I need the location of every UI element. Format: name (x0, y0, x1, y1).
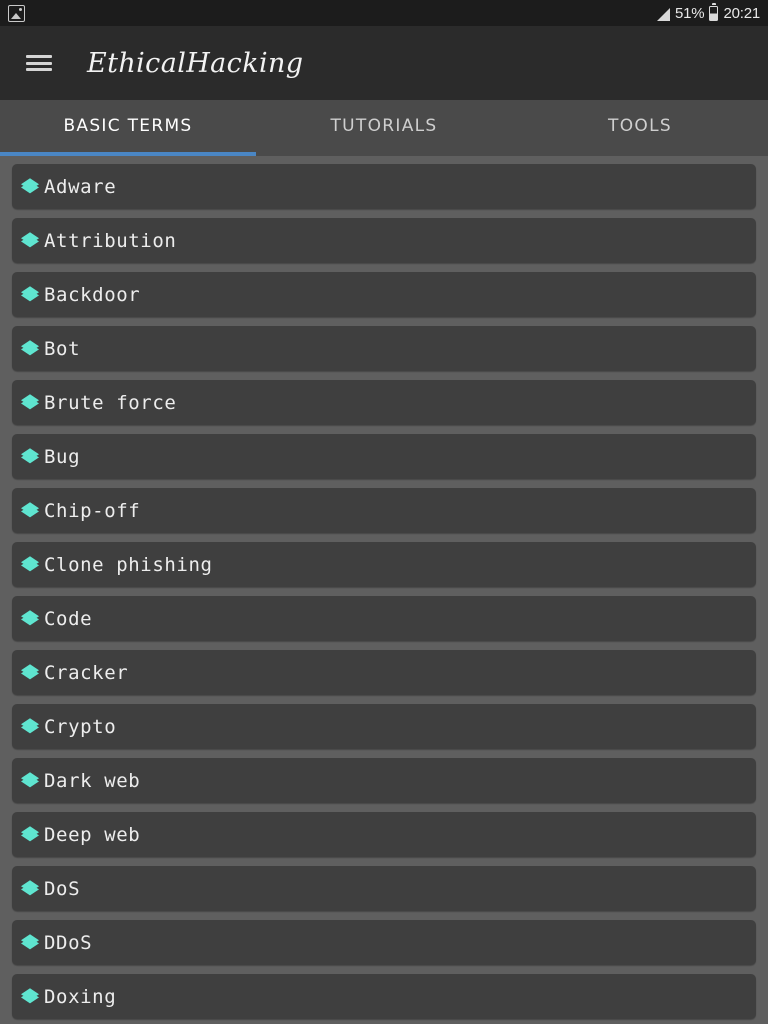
term-list-item[interactable]: Chip-off (12, 488, 756, 533)
signal-bars-icon (657, 7, 671, 21)
term-label: Chip-off (44, 499, 141, 522)
layers-icon (21, 231, 39, 247)
status-bar-right: 51% 20:21 (657, 3, 760, 22)
tab-active-indicator (0, 152, 256, 156)
status-bar: 51% 20:21 (0, 0, 768, 26)
term-list-item[interactable]: Clone phishing (12, 542, 756, 587)
term-label: Bot (44, 337, 81, 360)
layers-icon (21, 555, 39, 571)
battery-percent-label: 51% (675, 4, 705, 22)
hamburger-line (26, 55, 52, 58)
clock-label: 20:21 (723, 4, 760, 22)
layers-icon (21, 393, 39, 409)
term-list-item[interactable]: Bot (12, 326, 756, 371)
layers-icon (21, 879, 39, 895)
term-list-item[interactable]: DoS (12, 866, 756, 911)
layers-icon (21, 771, 39, 787)
term-label: Deep web (44, 823, 141, 846)
layers-icon (21, 501, 39, 517)
term-label: Clone phishing (44, 553, 213, 576)
layers-icon (21, 177, 39, 193)
tab-label: BASIC TERMS (63, 116, 193, 136)
battery-icon (709, 3, 719, 21)
app-bar: EthicalHacking (0, 26, 768, 100)
hamburger-line (26, 68, 52, 71)
term-list-item[interactable]: Dark web (12, 758, 756, 803)
term-label: Brute force (44, 391, 177, 414)
term-list-item[interactable]: DDoS (12, 920, 756, 965)
image-notification-icon (8, 4, 25, 22)
term-list-item[interactable]: Bug (12, 434, 756, 479)
hamburger-menu-icon[interactable] (26, 53, 52, 73)
term-list-item[interactable]: Deep web (12, 812, 756, 857)
tab-tutorials[interactable]: TUTORIALS (256, 100, 512, 156)
layers-icon (21, 663, 39, 679)
term-list-item[interactable]: Cracker (12, 650, 756, 695)
layers-icon (21, 825, 39, 841)
tab-tools[interactable]: TOOLS (512, 100, 768, 156)
app-root: 51% 20:21 EthicalHacking BASIC TERMS TUT… (0, 0, 768, 1024)
term-list-item[interactable]: Brute force (12, 380, 756, 425)
basic-terms-list[interactable]: Adware Attribution Backdoor Bot Brute force B… (0, 156, 768, 1024)
term-label: Backdoor (44, 283, 141, 306)
tab-basic-terms[interactable]: BASIC TERMS (0, 100, 256, 156)
term-label: Attribution (44, 229, 177, 252)
layers-icon (21, 339, 39, 355)
hamburger-line (26, 61, 52, 65)
term-label: DDoS (44, 931, 93, 954)
layers-icon (21, 933, 39, 949)
tab-bar: BASIC TERMS TUTORIALS TOOLS (0, 100, 768, 156)
term-label: Crypto (44, 715, 117, 738)
term-list-item[interactable]: Adware (12, 164, 756, 209)
app-title: EthicalHacking (87, 47, 304, 79)
term-list-item[interactable]: Code (12, 596, 756, 641)
term-label: Adware (44, 175, 117, 198)
term-label: Dark web (44, 769, 141, 792)
term-list-item[interactable]: Attribution (12, 218, 756, 263)
layers-icon (21, 447, 39, 463)
tab-label: TUTORIALS (330, 116, 438, 136)
term-list-item[interactable]: Doxing (12, 974, 756, 1019)
term-list-item[interactable]: Backdoor (12, 272, 756, 317)
term-list-item[interactable]: Crypto (12, 704, 756, 749)
term-label: DoS (44, 877, 81, 900)
term-label: Code (44, 607, 93, 630)
term-label: Bug (44, 445, 81, 468)
term-label: Cracker (44, 661, 129, 684)
layers-icon (21, 987, 39, 1003)
status-bar-left (8, 4, 25, 22)
layers-icon (21, 717, 39, 733)
tab-label: TOOLS (608, 116, 672, 136)
layers-icon (21, 609, 39, 625)
term-label: Doxing (44, 985, 117, 1008)
layers-icon (21, 285, 39, 301)
